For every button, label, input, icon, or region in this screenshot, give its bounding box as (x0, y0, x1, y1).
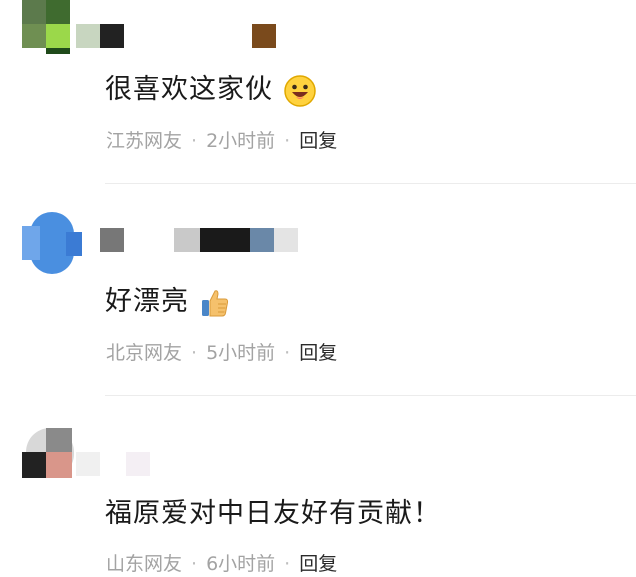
comment-text-content: 好漂亮 (105, 286, 189, 317)
comment-item: 好漂亮 北京网友 · 5小时前 · 回复 (0, 184, 636, 396)
username-mosaic[interactable] (76, 24, 276, 48)
separator-dot: · (284, 342, 291, 364)
grinning-face-icon (283, 74, 316, 107)
location-label: 山东网友 (106, 553, 183, 575)
thumbs-up-icon (201, 289, 228, 316)
comment-text-content: 很喜欢这家伙 (105, 74, 273, 105)
location-label: 江苏网友 (106, 130, 183, 152)
separator-dot: · (191, 130, 198, 152)
comment-text: 好漂亮 (105, 284, 231, 320)
comment-text: 很喜欢这家伙 (105, 72, 317, 108)
comment-text: 福原爱对中日友好有贡献！ (105, 496, 441, 532)
separator-dot: · (284, 130, 291, 152)
avatar[interactable] (22, 212, 82, 274)
separator-dot: · (191, 342, 198, 364)
avatar[interactable] (22, 0, 76, 54)
timestamp: 2小时前 (206, 130, 276, 152)
avatar[interactable] (22, 426, 78, 482)
timestamp: 5小时前 (206, 342, 276, 364)
comment-text-content: 福原爱对中日友好有贡献！ (105, 498, 441, 529)
reply-button[interactable]: 回复 (299, 130, 337, 152)
comment-meta: 北京网友 · 5小时前 · 回复 (106, 340, 337, 366)
separator-dot: · (284, 553, 291, 575)
reply-button[interactable]: 回复 (299, 553, 337, 575)
timestamp: 6小时前 (206, 553, 276, 575)
location-label: 北京网友 (106, 342, 183, 364)
comment-item: 福原爱对中日友好有贡献！ 山东网友 · 6小时前 · 回复 (0, 396, 636, 575)
comment-meta: 山东网友 · 6小时前 · 回复 (106, 551, 337, 577)
comment-meta: 江苏网友 · 2小时前 · 回复 (106, 128, 337, 154)
username-mosaic[interactable] (76, 452, 176, 476)
username-mosaic[interactable] (100, 228, 300, 252)
reply-button[interactable]: 回复 (299, 342, 337, 364)
comment-item: 很喜欢这家伙 江苏网友 · 2小时前 · 回复 (0, 0, 636, 184)
separator-dot: · (191, 553, 198, 575)
